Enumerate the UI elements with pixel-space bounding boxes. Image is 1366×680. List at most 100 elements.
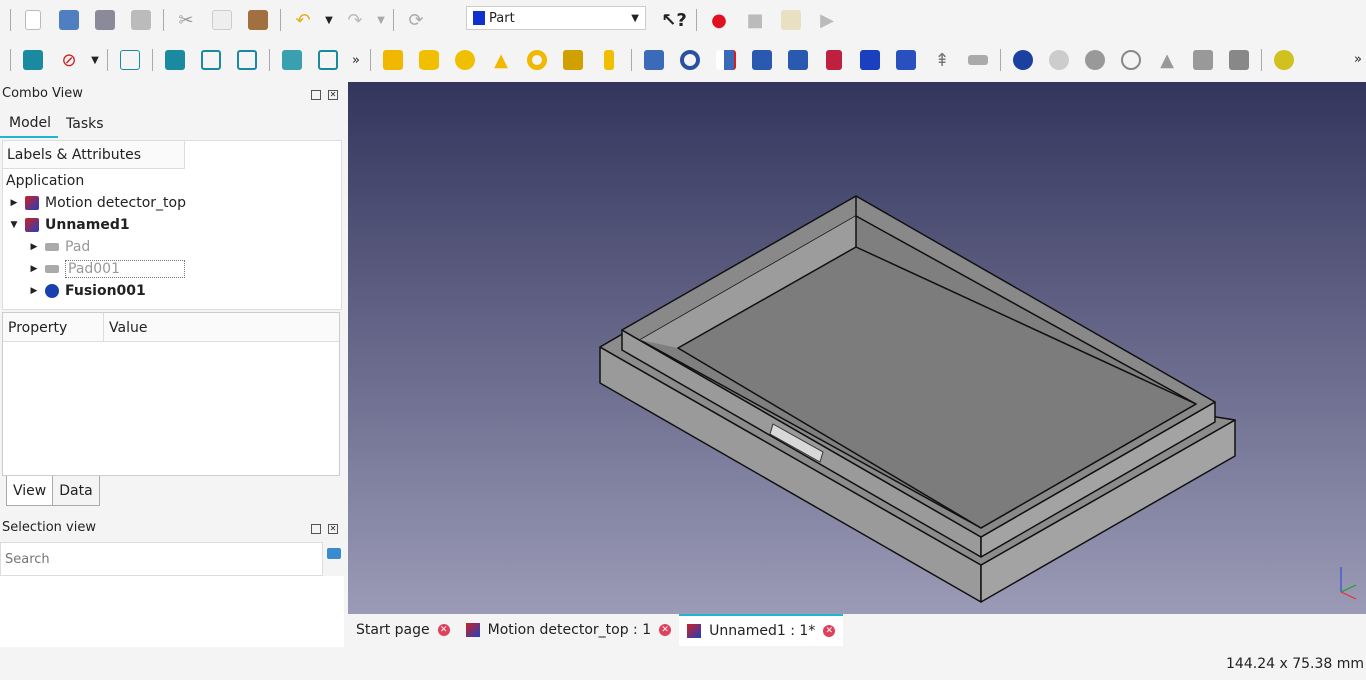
expand-icon[interactable]: ▶	[29, 264, 39, 274]
edit-macro-icon[interactable]	[773, 6, 809, 34]
isometric-view-icon[interactable]	[112, 46, 148, 74]
property-column-header[interactable]: Property	[3, 313, 104, 341]
macro-toolbar: ↖? ● ■ ▶	[650, 0, 845, 40]
box-icon[interactable]	[375, 46, 411, 74]
clear-search-icon[interactable]	[327, 548, 341, 559]
chevron-down-icon: ▼	[631, 12, 639, 24]
compound-icon[interactable]	[1221, 46, 1257, 74]
draw-style-dropdown-icon[interactable]: ▼	[87, 46, 103, 74]
open-icon[interactable]	[51, 6, 87, 34]
cone-icon[interactable]: ▲	[483, 46, 519, 74]
tab-data[interactable]: Data	[53, 476, 100, 506]
document-icon	[25, 196, 39, 210]
save-icon[interactable]	[87, 6, 123, 34]
offset-icon[interactable]	[960, 46, 996, 74]
tab-model[interactable]: Model	[9, 115, 51, 131]
tab-unnamed1[interactable]: Unnamed1 : 1* ✕	[679, 614, 844, 646]
document-icon	[465, 623, 480, 637]
shape-builder-icon[interactable]	[591, 46, 627, 74]
torus-icon[interactable]	[519, 46, 555, 74]
more-view-icon[interactable]: »	[346, 46, 366, 74]
selection-view-title: Selection view	[2, 520, 96, 535]
tree-item-pad[interactable]: ▶ Pad	[29, 236, 91, 258]
tree-item-unnamed1[interactable]: ▼ Unnamed1	[9, 214, 130, 236]
front-view-icon[interactable]	[157, 46, 193, 74]
rear-view-icon[interactable]	[274, 46, 310, 74]
3d-viewport[interactable]	[348, 82, 1366, 614]
union-icon[interactable]	[1077, 46, 1113, 74]
section-icon[interactable]: ▲	[1149, 46, 1185, 74]
bottom-view-icon[interactable]	[310, 46, 346, 74]
axis-cross	[1340, 567, 1357, 600]
paste-icon[interactable]	[240, 6, 276, 34]
model-tree: Labels & Attributes Application ▶ Motion …	[2, 140, 342, 310]
cross-sections-icon[interactable]	[1185, 46, 1221, 74]
expand-icon[interactable]: ▶	[29, 286, 39, 296]
tab-motion-detector-top[interactable]: Motion detector_top : 1 ✕	[458, 614, 680, 646]
main-toolbar: ✂ ↶ ▼ ↷ ▼ ⟳	[0, 0, 434, 40]
revolve-icon[interactable]	[672, 46, 708, 74]
right-view-icon[interactable]	[229, 46, 265, 74]
make-face-icon[interactable]	[816, 46, 852, 74]
close-tab-icon[interactable]: ✕	[437, 624, 450, 636]
record-macro-icon[interactable]: ●	[701, 6, 737, 34]
extrude-icon[interactable]	[636, 46, 672, 74]
selection-list	[0, 576, 344, 647]
tab-view[interactable]: View	[6, 476, 54, 506]
toolbar-overflow-button[interactable]: »	[1354, 52, 1362, 67]
fillet-icon[interactable]	[744, 46, 780, 74]
close-icon[interactable]: ✕	[328, 90, 338, 100]
fit-all-icon[interactable]	[15, 46, 51, 74]
close-tab-icon[interactable]: ✕	[659, 624, 672, 636]
new-document-icon[interactable]	[15, 6, 51, 34]
expand-icon[interactable]: ▶	[29, 242, 39, 252]
ruled-surface-icon[interactable]	[852, 46, 888, 74]
sphere-icon[interactable]	[447, 46, 483, 74]
run-macro-icon[interactable]: ▶	[809, 6, 845, 34]
float-icon[interactable]	[311, 524, 321, 534]
selection-search-input[interactable]	[0, 542, 323, 576]
redo-dropdown-icon[interactable]: ▼	[373, 6, 389, 34]
tree-item-application[interactable]: Application	[6, 170, 84, 192]
undo-icon[interactable]: ↶	[285, 6, 321, 34]
combo-view-title: Combo View	[2, 86, 83, 101]
undo-dropdown-icon[interactable]: ▼	[321, 6, 337, 34]
collapse-icon[interactable]: ▼	[9, 220, 19, 230]
tab-tasks[interactable]: Tasks	[66, 116, 104, 132]
top-view-icon[interactable]	[193, 46, 229, 74]
combo-view-panel: Combo View ✕ Model Tasks Labels & Attrib…	[0, 82, 344, 647]
close-tab-icon[interactable]: ✕	[823, 625, 836, 637]
draw-style-icon[interactable]: ⊘	[51, 46, 87, 74]
chamfer-icon[interactable]	[780, 46, 816, 74]
measure-icon[interactable]	[1266, 46, 1302, 74]
cylinder-icon[interactable]	[411, 46, 447, 74]
sweep-icon[interactable]: ⇞	[924, 46, 960, 74]
cut-icon[interactable]: ✂	[168, 6, 204, 34]
refresh-icon[interactable]: ⟳	[398, 6, 434, 34]
tree-item-fusion001[interactable]: ▶ Fusion001	[29, 280, 146, 302]
stop-macro-icon[interactable]: ■	[737, 6, 773, 34]
intersection-icon[interactable]	[1113, 46, 1149, 74]
tree-item-pad001[interactable]: ▶ Pad001	[29, 258, 185, 280]
mirror-icon[interactable]	[708, 46, 744, 74]
property-table: Property Value	[2, 312, 340, 476]
whats-this-icon[interactable]: ↖?	[656, 6, 692, 34]
document-tabs: Start page ✕ Motion detector_top : 1 ✕ Unn…	[348, 614, 1366, 646]
value-column-header[interactable]: Value	[104, 313, 152, 341]
boolean-icon[interactable]	[1005, 46, 1041, 74]
redo-icon[interactable]: ↷	[337, 6, 373, 34]
loft-icon[interactable]	[888, 46, 924, 74]
part-workbench-icon	[473, 11, 485, 25]
close-icon[interactable]: ✕	[328, 524, 338, 534]
tab-start-page[interactable]: Start page ✕	[348, 614, 458, 646]
primitives-icon[interactable]	[555, 46, 591, 74]
workbench-selector[interactable]: Part ▼	[466, 6, 646, 30]
cut-shape-icon[interactable]	[1041, 46, 1077, 74]
document-icon	[687, 624, 702, 638]
float-icon[interactable]	[311, 90, 321, 100]
expand-icon[interactable]: ▶	[9, 198, 19, 208]
copy-icon[interactable]	[204, 6, 240, 34]
tree-item-motion-detector-top[interactable]: ▶ Motion detector_top	[9, 192, 186, 214]
labels-attributes-header[interactable]: Labels & Attributes	[3, 141, 185, 169]
print-icon[interactable]	[123, 6, 159, 34]
